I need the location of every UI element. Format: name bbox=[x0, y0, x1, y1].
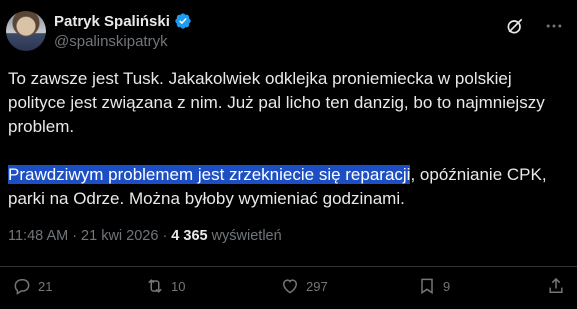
like-count: 297 bbox=[306, 278, 328, 294]
tweet-paragraph-2: Prawdziwym problemem jest zrzekniecie si… bbox=[8, 163, 558, 211]
like-button[interactable]: 297 bbox=[280, 276, 328, 296]
reply-icon bbox=[14, 279, 30, 295]
divider bbox=[0, 266, 577, 267]
share-button[interactable] bbox=[546, 276, 566, 296]
repost-button[interactable]: 10 bbox=[145, 276, 185, 296]
tweet-time[interactable]: 11:48 AM bbox=[8, 228, 68, 244]
avatar[interactable] bbox=[6, 11, 46, 51]
tweet-meta: 11:48 AM · 21 kwi 2026 · 4 365 wyświetle… bbox=[8, 228, 282, 244]
like-icon bbox=[282, 279, 298, 294]
meta-separator: · bbox=[72, 228, 78, 244]
reply-count: 21 bbox=[38, 278, 53, 294]
grok-icon[interactable] bbox=[505, 16, 525, 36]
tweet-text: To zawsze jest Tusk. Jakakolwiek odklejk… bbox=[8, 67, 558, 211]
share-icon bbox=[549, 277, 563, 293]
views-count: 4 365 bbox=[171, 228, 208, 244]
handle[interactable]: @spalinskipatryk bbox=[54, 33, 192, 50]
meta-separator: · bbox=[162, 228, 168, 244]
bookmark-count: 9 bbox=[443, 278, 451, 294]
tweet-paragraph-1: To zawsze jest Tusk. Jakakolwiek odklejk… bbox=[8, 69, 545, 136]
repost-count: 10 bbox=[171, 278, 186, 294]
name-row: Patryk Spaliński bbox=[54, 12, 192, 30]
action-bar: 21 10 297 9 bbox=[0, 276, 577, 304]
tweet-date[interactable]: 21 kwi 2026 bbox=[81, 228, 158, 244]
selected-text: Prawdziwym problemem jest zrzekniecie si… bbox=[8, 165, 411, 184]
repost-icon bbox=[148, 279, 162, 293]
author-block: Patryk Spaliński @spalinskipatryk bbox=[54, 12, 192, 50]
reply-button[interactable]: 21 bbox=[12, 276, 52, 296]
verified-badge-icon bbox=[175, 13, 191, 29]
tweet-header: Patryk Spaliński @spalinskipatryk bbox=[6, 10, 571, 58]
bookmark-button[interactable]: 9 bbox=[417, 276, 450, 296]
views-label: wyświetleń bbox=[211, 228, 282, 244]
display-name[interactable]: Patryk Spaliński bbox=[54, 13, 170, 30]
more-icon[interactable] bbox=[543, 16, 565, 36]
bookmark-icon bbox=[421, 278, 433, 295]
